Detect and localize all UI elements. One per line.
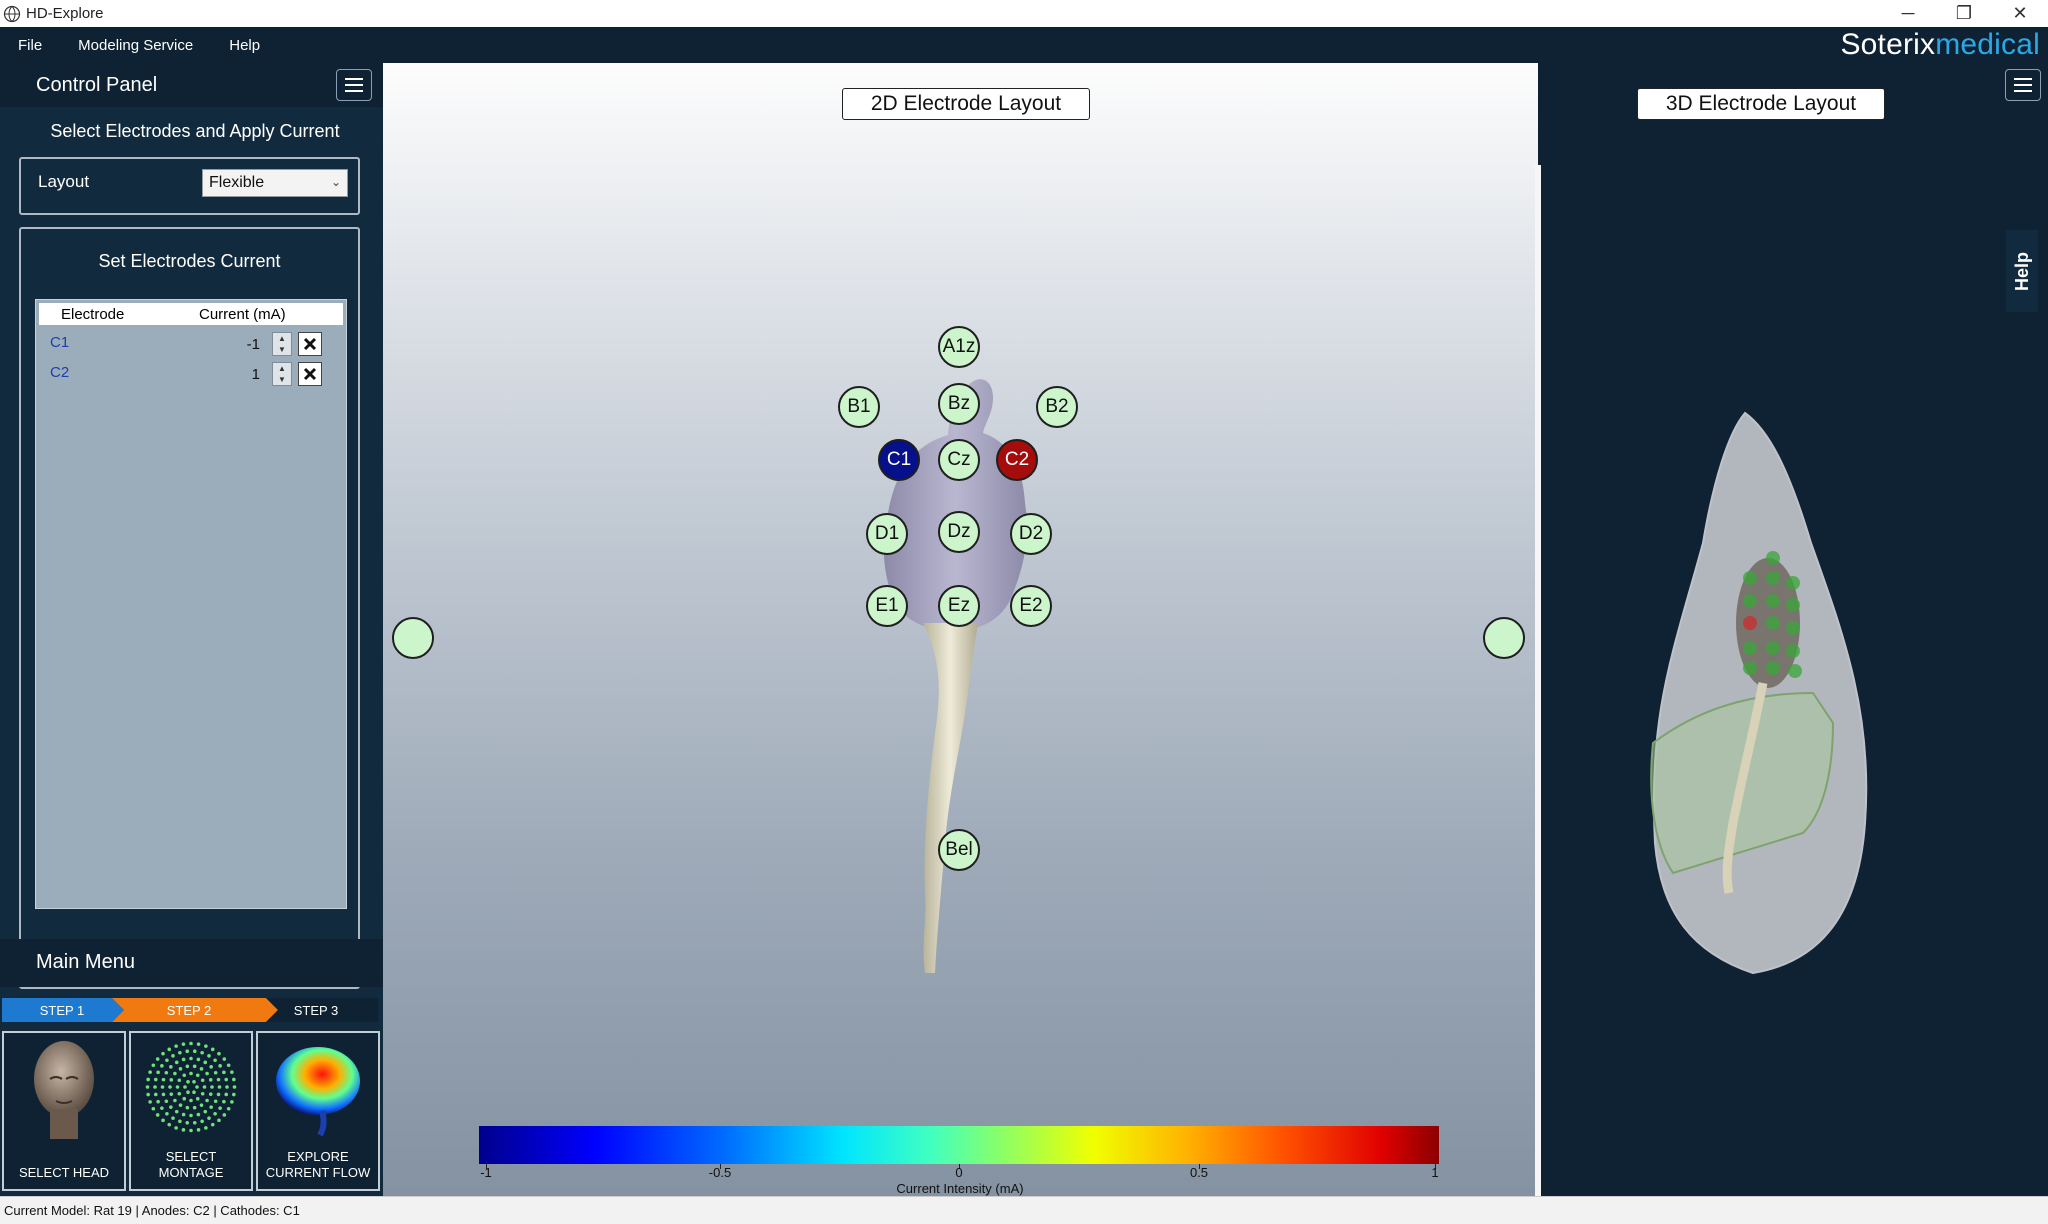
- electrode-a1z[interactable]: A1z: [938, 326, 980, 368]
- explore-current-flow-label: EXPLORE CURRENT FLOW: [265, 1149, 371, 1180]
- section-title: Select Electrodes and Apply Current: [50, 121, 340, 141]
- electrode-d1[interactable]: D1: [866, 513, 908, 555]
- minimize-button[interactable]: ─: [1880, 0, 1936, 27]
- electrode-ez[interactable]: Ez: [938, 585, 980, 627]
- colorbar-tick-label: -0.5: [708, 1165, 732, 1180]
- electrodes-current-group: Set Electrodes Current Electrode Current…: [19, 227, 360, 989]
- electrode-b1[interactable]: B1: [838, 386, 880, 428]
- control-panel-header: Control Panel: [0, 63, 383, 107]
- remove-electrode-button[interactable]: [298, 332, 322, 356]
- current-stepper[interactable]: ▲ ▼: [272, 362, 292, 386]
- electrode-unlabeled-left[interactable]: [392, 617, 434, 659]
- select-montage-label: SELECT MONTAGE: [158, 1149, 224, 1180]
- control-panel: Control Panel Select Electrodes and Appl…: [0, 63, 383, 1196]
- layout-label: Layout: [38, 172, 90, 191]
- title-bar: HD-Explore ─ ❐ ✕: [0, 0, 2048, 27]
- layout-dropdown-value: Flexible: [209, 174, 265, 191]
- restore-button[interactable]: ❐: [1936, 0, 1992, 27]
- close-icon: [303, 337, 317, 351]
- select-montage-tile[interactable]: SELECT MONTAGE: [129, 1031, 253, 1191]
- menu-help[interactable]: Help: [211, 37, 278, 54]
- electrode-d2[interactable]: D2: [1010, 513, 1052, 555]
- status-text: Current Model: Rat 19 | Anodes: C2 | Cat…: [4, 1203, 300, 1218]
- view-title-2d: 2D Electrode Layout: [842, 88, 1090, 120]
- current-value-field[interactable]: 1: [236, 366, 260, 383]
- electrode-b2[interactable]: B2: [1036, 386, 1078, 428]
- help-side-tab[interactable]: Help: [2006, 230, 2038, 312]
- electrode-unlabeled-right[interactable]: [1483, 617, 1525, 659]
- colorbar-tick-label: 1: [1431, 1165, 1439, 1180]
- step-2[interactable]: STEP 2: [124, 998, 254, 1022]
- viewport-area: 2D Electrode Layout 3D Electrode Layout …: [383, 63, 1885, 1224]
- table-row: C2 1 ▲ ▼: [36, 362, 346, 392]
- select-head-label: SELECT HEAD: [18, 1165, 110, 1180]
- window-title: HD-Explore: [26, 5, 104, 22]
- row-electrode-name: C1: [50, 334, 70, 351]
- electrode-c1[interactable]: C1: [878, 439, 920, 481]
- colorbar-tick-label: 0.5: [1189, 1165, 1209, 1180]
- layout-dropdown[interactable]: Flexible ⌄: [202, 169, 348, 197]
- table-header: Electrode Current (mA): [39, 303, 343, 325]
- brand-logo: Soterixmedical: [1840, 28, 2040, 62]
- table-row: C1 -1 ▲ ▼: [36, 332, 346, 362]
- main-menu-header: Main Menu: [0, 939, 383, 987]
- chevron-down-icon: ⌄: [330, 175, 341, 189]
- column-header-current: Current (mA): [199, 306, 286, 323]
- current-stepper[interactable]: ▲ ▼: [272, 332, 292, 356]
- step-3[interactable]: STEP 3: [254, 998, 378, 1022]
- electrodes-box-title: Set Electrodes Current: [98, 251, 281, 271]
- view-title-3d: 3D Electrode Layout: [1637, 88, 1885, 120]
- colorbar-tick-label: -1: [480, 1165, 492, 1180]
- step-1[interactable]: STEP 1: [0, 998, 124, 1022]
- electrode-bz[interactable]: Bz: [938, 383, 980, 425]
- right-panel-menu-icon[interactable]: [2005, 69, 2041, 101]
- control-panel-title: Control Panel: [36, 74, 158, 96]
- colorbar: [479, 1126, 1439, 1164]
- brain-heatmap-icon: [276, 1047, 360, 1137]
- layout-group: Layout Flexible ⌄: [19, 157, 360, 215]
- electrode-e1[interactable]: E1: [866, 585, 908, 627]
- row-electrode-name: C2: [50, 364, 70, 381]
- menu-file[interactable]: File: [0, 37, 60, 54]
- step-progress: STEP 1 STEP 2 STEP 3: [0, 998, 383, 1022]
- electrode-c2[interactable]: C2: [996, 439, 1038, 481]
- head-icon: [34, 1041, 94, 1139]
- montage-grid-icon: [145, 1041, 237, 1133]
- current-value-field[interactable]: -1: [236, 336, 260, 353]
- status-bar: Current Model: Rat 19 | Anodes: C2 | Cat…: [0, 1196, 2048, 1224]
- rat-3d-model[interactable]: [1633, 393, 1873, 1033]
- electrode-e2[interactable]: E2: [1010, 585, 1052, 627]
- colorbar-tick-label: 0: [955, 1165, 963, 1180]
- remove-electrode-button[interactable]: [298, 362, 322, 386]
- brand-part1: Soterix: [1840, 28, 1936, 61]
- colorbar-title: Current Intensity (mA): [896, 1181, 1024, 1196]
- column-header-electrode: Electrode: [61, 306, 125, 323]
- main-menu-title: Main Menu: [36, 951, 135, 973]
- electrode-dz[interactable]: Dz: [938, 511, 980, 553]
- electrode-cz[interactable]: Cz: [938, 439, 980, 481]
- select-head-tile[interactable]: SELECT HEAD: [2, 1031, 126, 1191]
- panel-menu-icon[interactable]: [336, 69, 372, 101]
- menu-bar: File Modeling Service Help Soterixmedica…: [0, 27, 2048, 63]
- explore-current-flow-tile[interactable]: EXPLORE CURRENT FLOW: [256, 1031, 380, 1191]
- brand-part2: medical: [1935, 28, 2040, 61]
- view-divider[interactable]: [1535, 165, 1541, 1224]
- electrode-bel[interactable]: Bel: [938, 829, 980, 871]
- help-tab-label: Help: [2011, 251, 2032, 291]
- close-icon: [303, 367, 317, 381]
- electrode-table: Electrode Current (mA) C1 -1 ▲ ▼ C2 1 ▲ ▼: [35, 299, 347, 909]
- close-button[interactable]: ✕: [1992, 0, 2048, 27]
- menu-modeling-service[interactable]: Modeling Service: [60, 37, 211, 54]
- app-logo-icon: [3, 5, 21, 22]
